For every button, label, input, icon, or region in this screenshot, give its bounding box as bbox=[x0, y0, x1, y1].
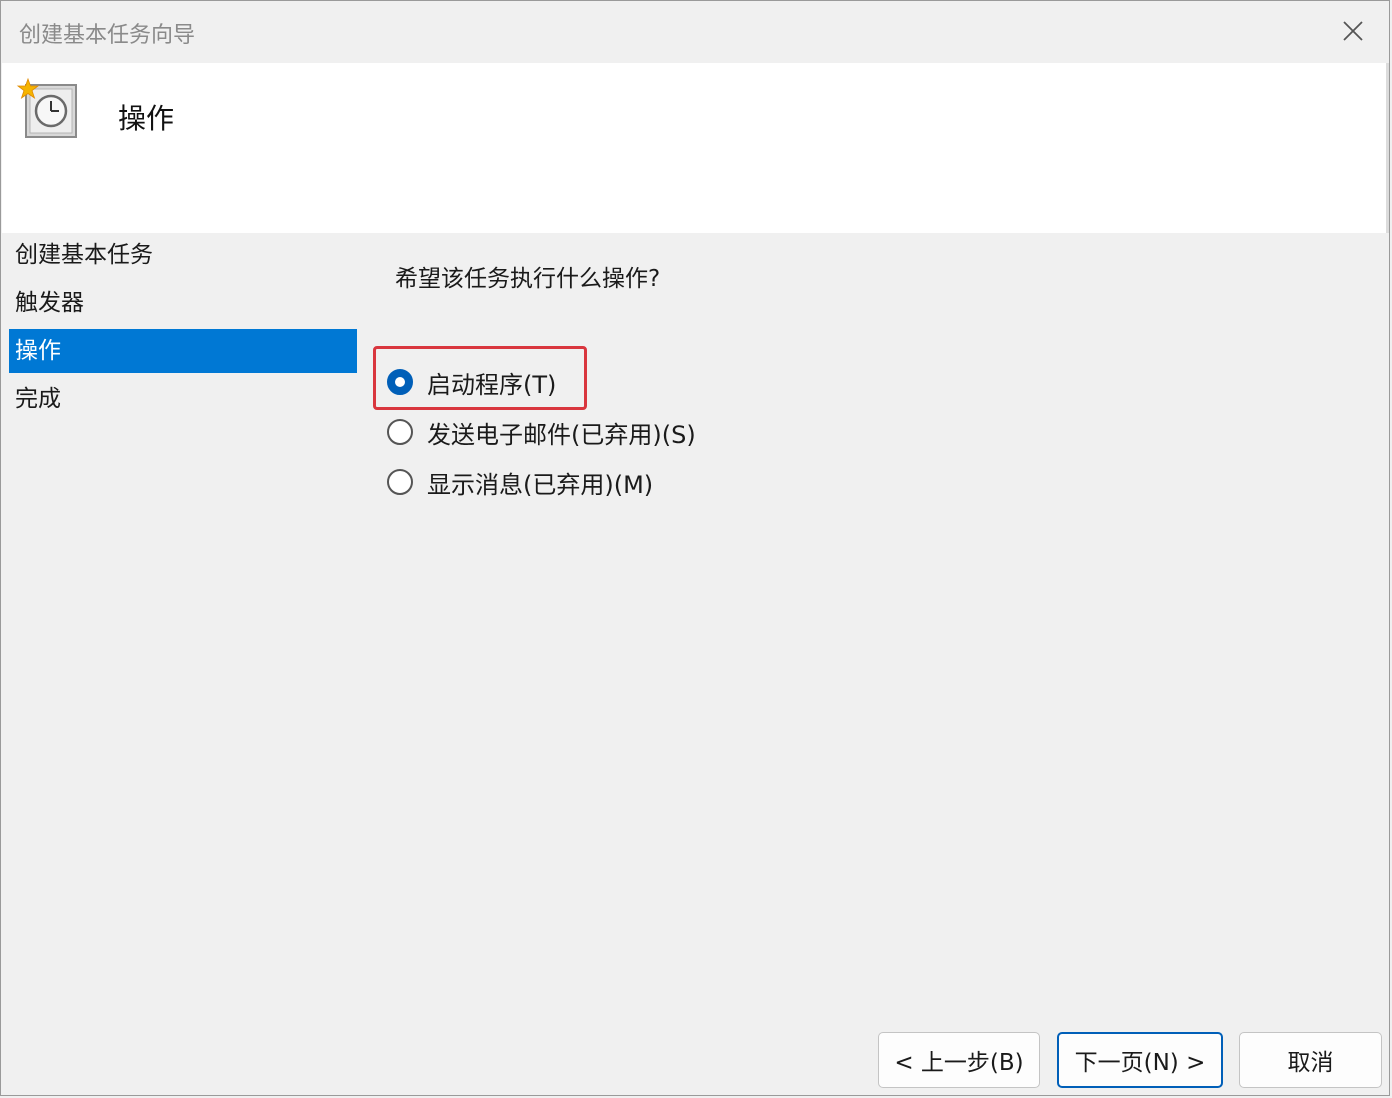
back-button[interactable]: < 上一步(B) bbox=[878, 1032, 1040, 1088]
close-button[interactable] bbox=[1331, 11, 1375, 51]
next-button[interactable]: 下一页(N) > bbox=[1057, 1032, 1223, 1088]
action-question: 希望该任务执行什么操作? bbox=[395, 266, 661, 292]
sidebar-item-finish: 完成 bbox=[15, 386, 61, 412]
option-label: 启动程序(T) bbox=[427, 370, 557, 399]
option-label: 显示消息(已弃用)(M) bbox=[427, 470, 654, 499]
action-options: 启动程序(T) 发送电子邮件(已弃用)(S) 显示消息(已弃用)(M) bbox=[387, 359, 696, 509]
wizard-header: 操作 bbox=[2, 63, 1389, 233]
wizard-window: 创建基本任务向导 操作 创建基本任务 触发器 操作 完成 希望该任务执行什么操作… bbox=[0, 0, 1390, 1096]
radio-start-program[interactable] bbox=[387, 369, 413, 395]
cancel-button[interactable]: 取消 bbox=[1239, 1032, 1382, 1088]
option-start-program[interactable]: 启动程序(T) bbox=[387, 359, 696, 405]
radio-send-email[interactable] bbox=[387, 419, 413, 445]
option-show-message[interactable]: 显示消息(已弃用)(M) bbox=[387, 459, 696, 505]
wizard-steps-sidebar: 创建基本任务 触发器 操作 完成 bbox=[9, 233, 357, 425]
header-edge bbox=[1386, 63, 1389, 233]
option-send-email[interactable]: 发送电子邮件(已弃用)(S) bbox=[387, 409, 696, 455]
radio-show-message[interactable] bbox=[387, 469, 413, 495]
option-label: 发送电子邮件(已弃用)(S) bbox=[427, 420, 696, 449]
page-title: 操作 bbox=[118, 102, 175, 135]
task-scheduler-clock-icon bbox=[16, 77, 77, 138]
window-title: 创建基本任务向导 bbox=[19, 23, 196, 48]
sidebar-item-action: 操作 bbox=[9, 329, 357, 373]
close-icon bbox=[1343, 21, 1363, 41]
sidebar-item-create-basic-task: 创建基本任务 bbox=[15, 242, 153, 268]
sidebar-item-trigger: 触发器 bbox=[15, 290, 84, 316]
button-bar: < 上一步(B) 下一页(N) > 取消 bbox=[1, 1032, 1389, 1088]
title-bar: 创建基本任务向导 bbox=[1, 1, 1389, 63]
